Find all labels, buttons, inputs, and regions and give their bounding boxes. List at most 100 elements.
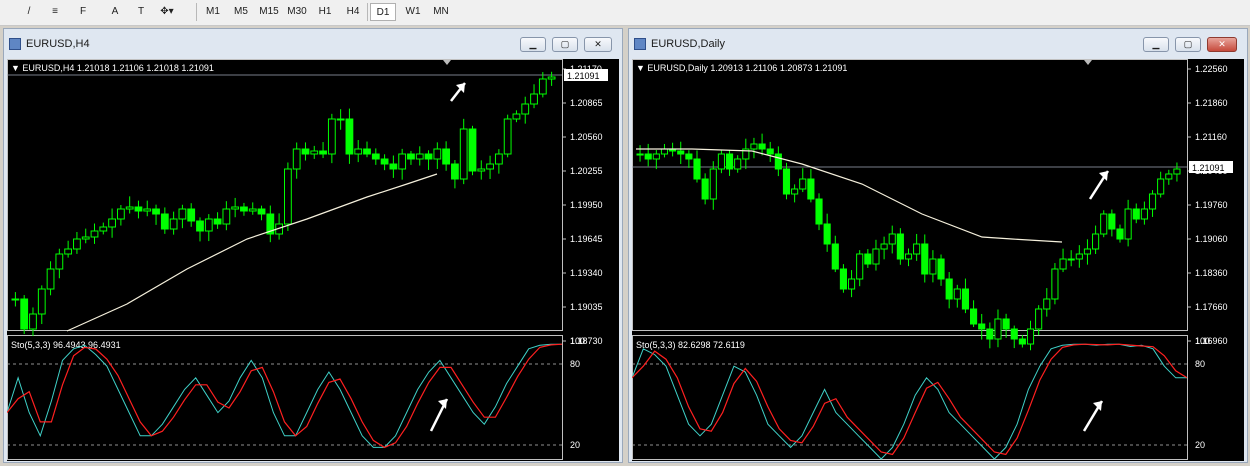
candle-body [1092, 233, 1100, 250]
candle-body [758, 143, 766, 150]
candle-body [512, 113, 521, 120]
timeframe-h1-button[interactable]: H1 [312, 3, 338, 21]
sto-k-line [631, 343, 1187, 460]
candle-body [953, 288, 961, 300]
text-tool-label[interactable]: A [104, 3, 126, 21]
maximize-button[interactable]: ▢ [552, 37, 578, 52]
candle-body [73, 238, 81, 250]
sto-k-line [6, 343, 562, 448]
candle-body [319, 150, 327, 155]
candle-body [169, 218, 178, 230]
toolbar-separator [196, 3, 197, 21]
price-chart-svg[interactable]: ▼ EURUSD,H4 1.21018 1.21106 1.21018 1.21… [6, 59, 619, 461]
timeframe-h4-button[interactable]: H4 [340, 3, 366, 21]
candle-body [970, 308, 978, 325]
candle-body [345, 118, 354, 155]
timeframe-d1-button[interactable]: D1 [370, 3, 396, 21]
sto-d-line [6, 343, 563, 449]
candle-body [503, 118, 512, 155]
window-titlebar[interactable]: EURUSD,H4 ▁ ▢ ✕ [4, 29, 622, 59]
chart-header: ▼ EURUSD,H4 1.21018 1.21106 1.21018 1.21… [11, 63, 214, 73]
candle-body [143, 208, 152, 212]
chart-header: ▼ EURUSD,Daily 1.20913 1.21106 1.20873 1… [636, 63, 847, 73]
candle-body [685, 153, 693, 160]
candle-body [937, 258, 945, 280]
candle-body [774, 153, 782, 170]
candle-body [807, 178, 815, 200]
candle-body [831, 243, 839, 270]
price-label: 1.22560 [1195, 64, 1228, 74]
candle-body [336, 118, 345, 121]
candle-body [823, 223, 831, 245]
candle-body [81, 236, 90, 240]
toolbar: / ≡ F A T ✥▾ M1 M5 M15 M30 H1 H4 D1 W1 MN [0, 0, 1250, 26]
price-label: 1.19035 [570, 302, 603, 312]
arrows-tool-icon[interactable]: ✥▾ [156, 3, 178, 21]
text-label-tool[interactable]: T [130, 3, 152, 21]
candle-body [90, 230, 99, 238]
timeframe-m30-button[interactable]: M30 [284, 3, 310, 21]
minimize-button[interactable]: ▁ [520, 37, 546, 52]
chart-area[interactable]: ▼ EURUSD,H4 1.21018 1.21106 1.21018 1.21… [6, 59, 619, 461]
candle-body [380, 158, 389, 165]
sto-level-label: 80 [570, 359, 580, 369]
candle-body [292, 148, 301, 170]
candle-body [1157, 178, 1165, 195]
sto-level-label: 20 [1195, 440, 1205, 450]
candle-body [64, 248, 73, 255]
close-button[interactable]: ✕ [584, 37, 612, 52]
candle-body [248, 208, 257, 212]
timeframe-m1-button[interactable]: M1 [200, 3, 226, 21]
candle-body [222, 208, 231, 225]
candle-body [240, 206, 248, 212]
close-button[interactable]: ✕ [1207, 37, 1237, 52]
candle-body [213, 218, 222, 225]
minimize-button[interactable]: ▁ [1143, 37, 1169, 52]
window-titlebar[interactable]: EURUSD,Daily ▁ ▢ ✕ [629, 29, 1247, 59]
maximize-button[interactable]: ▢ [1175, 37, 1201, 52]
candle-body [398, 153, 407, 170]
candle-body [799, 178, 807, 190]
candle-body [961, 288, 970, 310]
candle-body [709, 168, 717, 200]
timeframe-m5-button[interactable]: M5 [228, 3, 254, 21]
timeframe-m15-button[interactable]: M15 [256, 3, 282, 21]
candle-body [310, 150, 319, 155]
line-tool-icon[interactable]: / [18, 3, 40, 21]
candle-body [888, 233, 896, 245]
candle-body [46, 268, 55, 290]
candle-body [1043, 298, 1051, 310]
chart-window-h4[interactable]: EURUSD,H4 ▁ ▢ ✕ ▼ EURUSD,H4 1.21018 1.21… [3, 28, 623, 463]
candle-body [363, 148, 371, 155]
price-chart-svg[interactable]: ▼ EURUSD,Daily 1.20913 1.21106 1.20873 1… [631, 59, 1244, 461]
candle-body [521, 103, 530, 115]
timeframe-w1-button[interactable]: W1 [400, 3, 426, 21]
candle-body [864, 253, 872, 265]
price-label: 1.19645 [570, 234, 603, 244]
chart-window-daily[interactable]: EURUSD,Daily ▁ ▢ ✕ ▼ EURUSD,Daily 1.2091… [628, 28, 1248, 463]
fibo-tool-icon[interactable]: ≡ [44, 3, 66, 21]
candle-body [1067, 258, 1075, 261]
candle-body [978, 323, 986, 330]
candle-body [196, 220, 204, 232]
chart-area[interactable]: ▼ EURUSD,Daily 1.20913 1.21106 1.20873 1… [631, 59, 1244, 461]
price-label: 1.21860 [1195, 98, 1228, 108]
candle-body [178, 208, 187, 220]
candle-body [921, 243, 929, 275]
candle-body [108, 218, 116, 228]
sto-plot-border [7, 335, 563, 460]
candle-body [734, 158, 742, 170]
candle-body [29, 313, 37, 330]
candle-body [986, 328, 994, 340]
candle-body [856, 253, 864, 280]
timeframe-mn-button[interactable]: MN [428, 3, 454, 21]
moving-average-line [66, 173, 438, 332]
candle-body [389, 163, 398, 170]
candle-body [477, 168, 486, 172]
candle-body [701, 178, 709, 200]
chart-window-icon [9, 38, 21, 50]
fibo-fan-icon[interactable]: F [72, 3, 94, 21]
candle-body [766, 148, 774, 155]
sto-level-label: 100 [570, 336, 585, 346]
candle-body [20, 298, 29, 330]
